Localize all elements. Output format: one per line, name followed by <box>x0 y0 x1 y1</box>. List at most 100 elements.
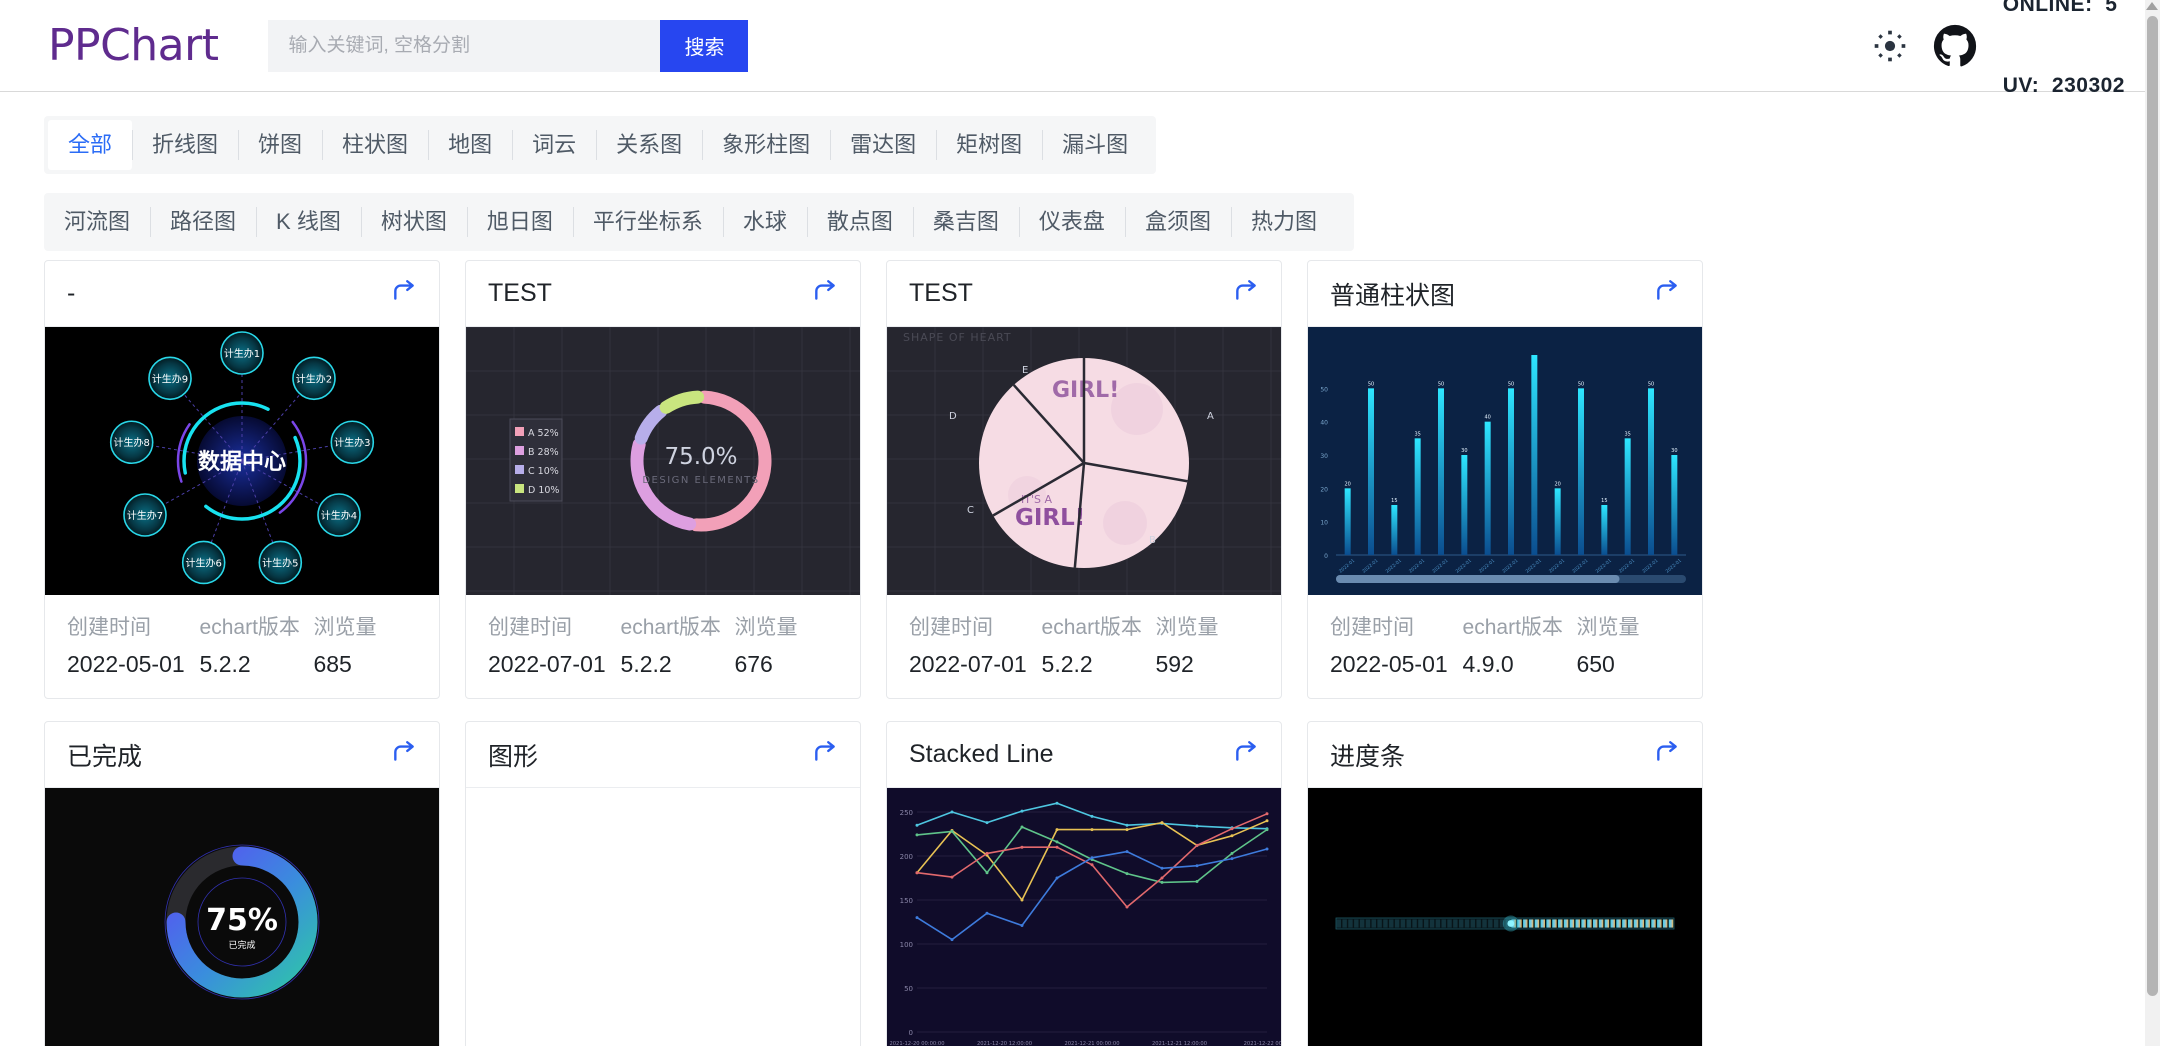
filter-tab[interactable]: 饼图 <box>238 116 322 174</box>
card-thumbnail[interactable] <box>466 788 860 1046</box>
card-title: - <box>67 279 76 307</box>
card-header: 普通柱状图 <box>1308 261 1702 327</box>
search-button[interactable]: 搜索 <box>660 19 749 72</box>
card-thumbnail[interactable]: 75.0% DESIGN ELEMENTS A 52% B 28% C 10% D 10% <box>466 327 860 595</box>
meta-value: 5.2.2 <box>1041 651 1093 677</box>
card-thumbnail[interactable]: 75% 已完成 <box>45 788 439 1046</box>
card-header: Stacked Line <box>887 722 1281 788</box>
scroll-up-arrow-icon[interactable] <box>2146 2 2158 10</box>
sun-icon[interactable] <box>1873 29 1907 63</box>
chart-card[interactable]: 进度条 <box>1307 721 1703 1046</box>
filter-tab[interactable]: 漏斗图 <box>1042 116 1148 174</box>
svg-text:0: 0 <box>1324 553 1328 560</box>
share-icon[interactable] <box>812 278 838 309</box>
filter-tab[interactable]: 路径图 <box>150 193 256 251</box>
card-thumbnail[interactable] <box>1308 788 1702 1046</box>
svg-text:75.0%: 75.0% <box>664 444 737 470</box>
filter-tab[interactable]: 仪表盘 <box>1018 193 1125 251</box>
meta-value: 685 <box>313 651 352 677</box>
filter-tab[interactable]: 矩树图 <box>936 116 1042 174</box>
svg-text:15: 15 <box>1391 498 1397 504</box>
filter-tab[interactable]: 关系图 <box>596 116 702 174</box>
chart-card-grid: - 计生办1 计生办2 计生办3 计生办4 计生办5 计生办6 计生办7 计生办8 计生办9 数据中… <box>44 260 2104 1046</box>
share-icon[interactable] <box>1233 739 1259 770</box>
filter-tab[interactable]: 盒须图 <box>1124 193 1231 251</box>
chart-card[interactable]: TEST 75.0% DESIGN ELEMENTS A 52% B 28% C 10% D… <box>465 260 861 699</box>
filter-tab[interactable]: 雷达图 <box>830 116 936 174</box>
filter-tab[interactable]: 水球 <box>722 193 807 251</box>
meta-label: 创建时间 <box>67 616 151 639</box>
card-title: TEST <box>488 279 552 307</box>
share-icon[interactable] <box>391 739 417 770</box>
search-input[interactable] <box>268 19 661 72</box>
chart-card[interactable]: TEST GIRL! IT'S A GIRL! A B C D E SHAPE OF HEART 创… <box>886 260 1282 699</box>
filter-tab[interactable]: 地图 <box>428 116 512 174</box>
app-logo: PPChart <box>48 20 219 71</box>
svg-text:计生办7: 计生办7 <box>127 509 163 522</box>
page-scrollbar[interactable] <box>2145 0 2160 1046</box>
meta-echart-version: echart版本 5.2.2 <box>200 611 314 678</box>
filter-tab[interactable]: 旭日图 <box>466 193 573 251</box>
meta-value: 676 <box>734 651 773 677</box>
share-icon[interactable] <box>1654 739 1680 770</box>
svg-text:D 10%: D 10% <box>528 485 559 496</box>
chart-card[interactable]: - 计生办1 计生办2 计生办3 计生办4 计生办5 计生办6 计生办7 计生办8 计生办9 数据中… <box>44 260 440 699</box>
card-thumbnail[interactable]: 0 10 20 30 40 50 20 2022-01 50 2022-01 15 2022-01 35… <box>1308 327 1702 595</box>
svg-text:计生办8: 计生办8 <box>114 436 150 449</box>
share-icon[interactable] <box>1654 278 1680 309</box>
share-icon[interactable] <box>391 278 417 309</box>
chart-card[interactable]: 已完成75%已完成创建时间2022-14-01echart版本4.8.0浏览量6… <box>44 721 440 1046</box>
card-metadata: 创建时间 2022-07-01 echart版本 5.2.2 浏览量 592 <box>887 595 1281 698</box>
header-actions: ONLINE: 5 UV: 230302 <box>1873 0 2125 97</box>
share-icon[interactable] <box>812 739 838 770</box>
filter-tab[interactable]: 散点图 <box>806 193 913 251</box>
filter-tab[interactable]: 词云 <box>512 116 596 174</box>
share-icon[interactable] <box>1233 278 1259 309</box>
meta-label: echart版本 <box>1462 616 1563 639</box>
github-icon[interactable] <box>1933 24 1977 68</box>
card-thumbnail[interactable]: 0 50 100 150 200 250 2021-12-20 00:00:00 2021-1… <box>887 788 1281 1046</box>
card-header: - <box>45 261 439 327</box>
chart-card[interactable]: 普通柱状图 0 10 20 30 40 50 20 2022-01 50 2022-01 15 2022… <box>1307 260 1703 699</box>
card-header: TEST <box>887 261 1281 327</box>
meta-created-time: 创建时间 2022-07-01 <box>909 611 1042 678</box>
svg-text:10: 10 <box>1320 520 1328 527</box>
card-header: TEST <box>466 261 860 327</box>
svg-text:35: 35 <box>1624 431 1630 437</box>
card-title: 已完成 <box>67 742 143 771</box>
filter-tab[interactable]: K 线图 <box>256 193 361 251</box>
filter-tab[interactable]: 热力图 <box>1230 193 1337 251</box>
card-header: 图形 <box>466 722 860 788</box>
svg-text:2021-12-22 00:00: 2021-12-22 00:00 <box>1244 1041 1281 1046</box>
filter-tab[interactable]: 河流图 <box>44 193 150 251</box>
filter-tab[interactable]: 平行坐标系 <box>572 193 723 251</box>
meta-created-time: 创建时间 2022-05-01 <box>67 611 200 678</box>
filter-tab[interactable]: 桑吉图 <box>912 193 1019 251</box>
card-thumbnail[interactable]: 计生办1 计生办2 计生办3 计生办4 计生办5 计生办6 计生办7 计生办8 计生办9 数据中心 <box>45 327 439 595</box>
filter-tab[interactable]: 树状图 <box>360 193 467 251</box>
meta-view-count: 浏览量 650 <box>1576 611 1680 678</box>
svg-text:50: 50 <box>1368 381 1374 387</box>
svg-text:计生办9: 计生办9 <box>152 372 188 385</box>
filter-tab[interactable]: 柱状图 <box>322 116 428 174</box>
card-title: 进度条 <box>1330 742 1406 771</box>
svg-text:D: D <box>949 411 957 422</box>
svg-text:20: 20 <box>1344 481 1350 487</box>
card-title: 图形 <box>488 742 539 771</box>
svg-text:200: 200 <box>900 853 913 861</box>
chart-card[interactable]: Stacked Line 0 50 100 150 200 250 2021-12-20 00… <box>886 721 1282 1046</box>
chart-card[interactable]: 图形 <box>465 721 861 1046</box>
svg-text:50: 50 <box>1438 381 1444 387</box>
svg-text:E: E <box>1022 365 1028 376</box>
filter-tab[interactable]: 折线图 <box>132 116 238 174</box>
svg-text:20: 20 <box>1320 486 1328 493</box>
svg-text:计生办4: 计生办4 <box>321 509 357 522</box>
card-thumbnail[interactable]: GIRL! IT'S A GIRL! A B C D E SHAPE OF HEART <box>887 327 1281 595</box>
filter-tab[interactable]: 象形柱图 <box>702 116 830 174</box>
scrollbar-thumb[interactable] <box>2147 16 2158 996</box>
svg-text:C 10%: C 10% <box>528 466 559 477</box>
svg-text:50: 50 <box>1508 381 1514 387</box>
meta-label: echart版本 <box>620 616 721 639</box>
meta-label: 创建时间 <box>909 616 993 639</box>
filter-tab[interactable]: 全部 <box>48 120 133 170</box>
